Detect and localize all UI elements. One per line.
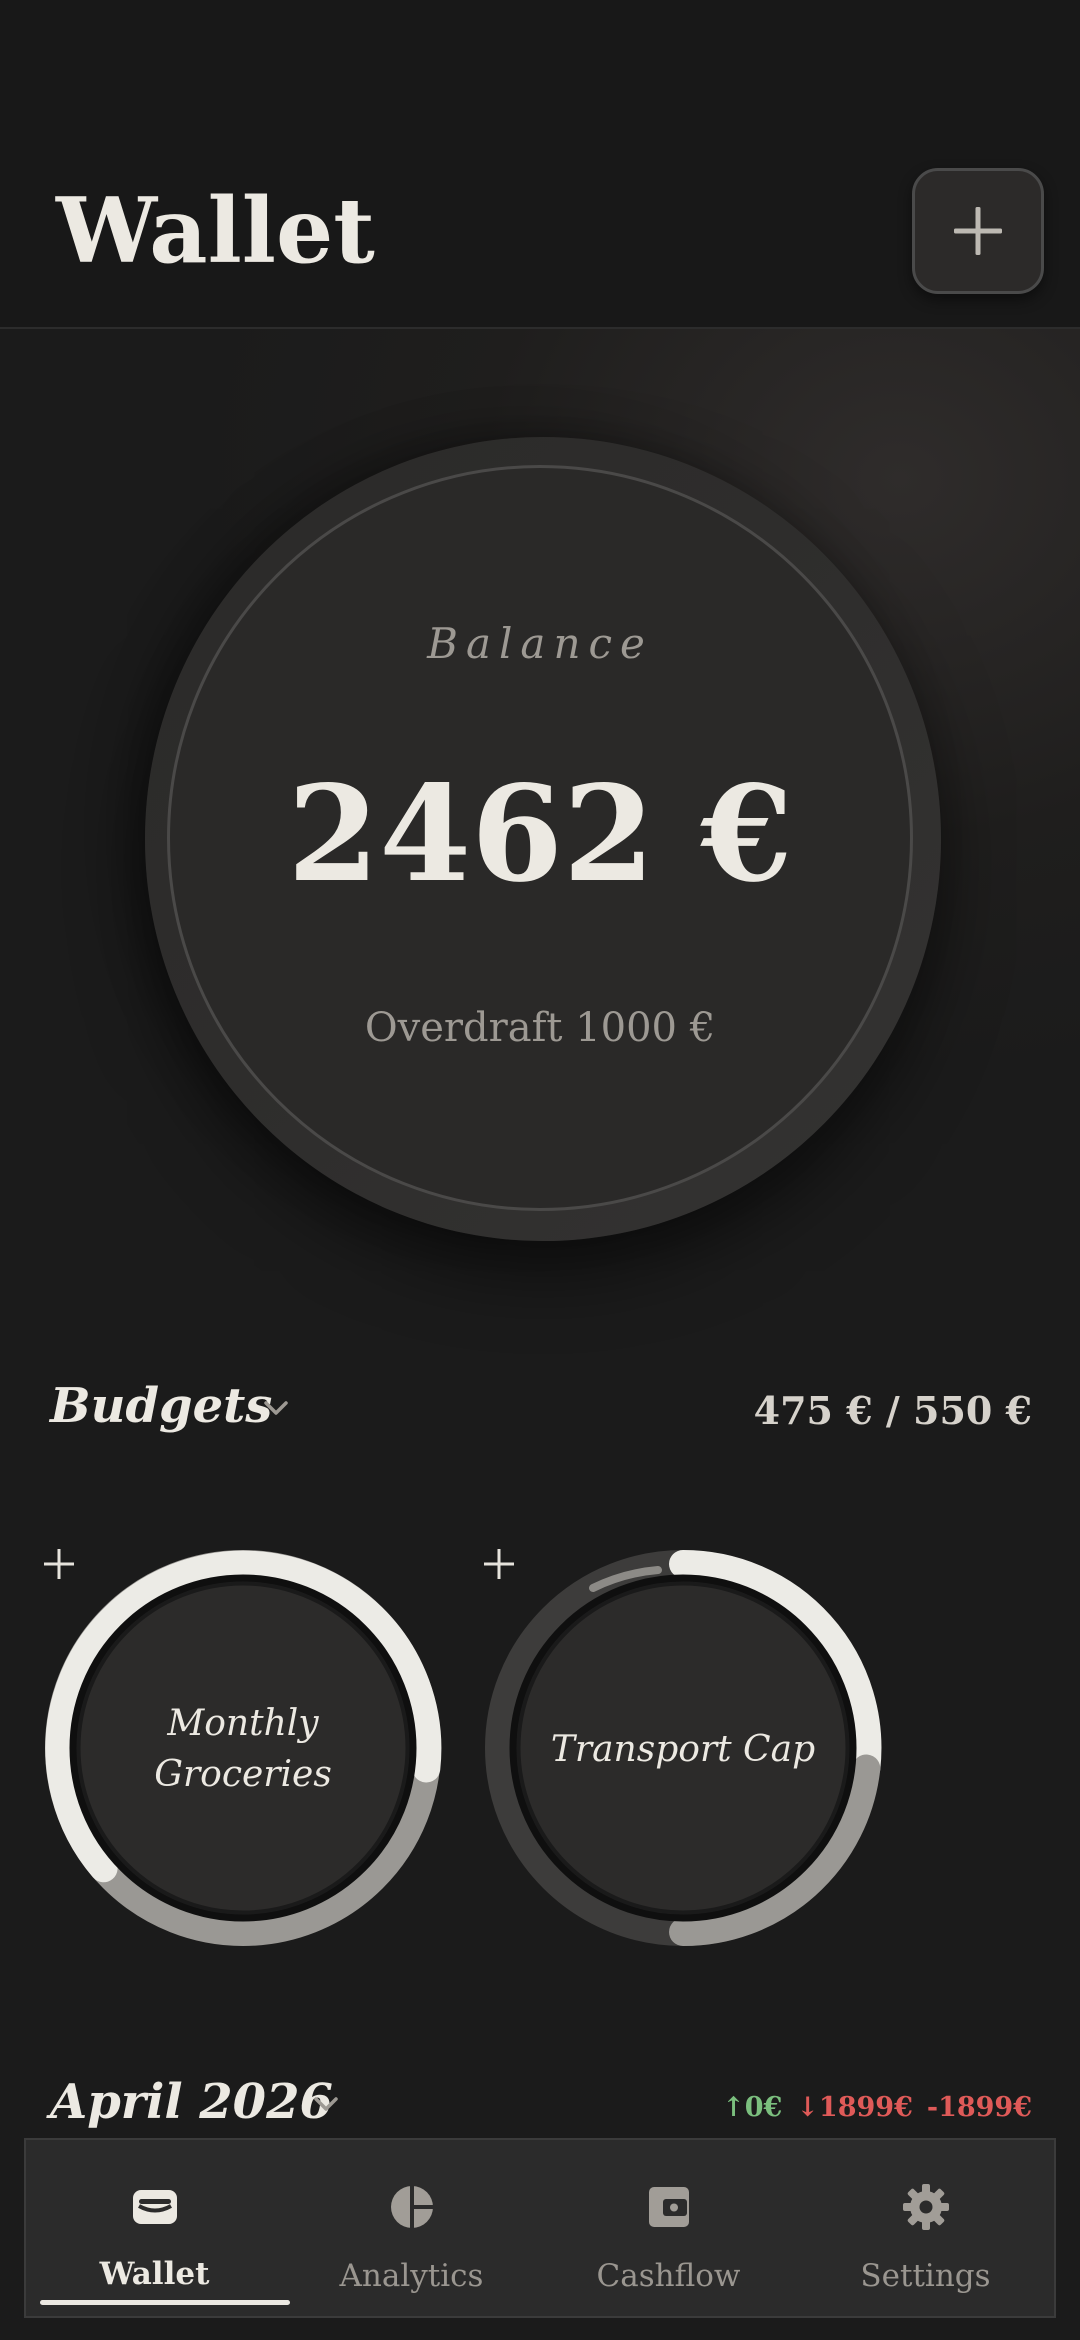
- wallet-icon: [132, 2190, 177, 2224]
- budget-name-line1: Monthly: [167, 1703, 319, 1744]
- overdraft-label: Overdraft 1000 €: [364, 1005, 716, 1051]
- budget-name-line2: Groceries: [154, 1754, 332, 1795]
- balance-amount: 2462 €: [287, 757, 793, 912]
- chevron-down-icon[interactable]: [262, 1398, 290, 1418]
- budgets-total: 475 € / 550 €: [753, 1388, 1032, 1433]
- balance-hero: Balance 2462 € Overdraft 1000 €: [0, 329, 1080, 1329]
- nav-label: Analytics: [339, 2258, 484, 2294]
- gear-icon: [902, 2184, 949, 2230]
- add-transaction-button[interactable]: [912, 168, 1044, 294]
- app-header: Wallet: [0, 0, 1080, 329]
- month-title[interactable]: April 2026: [50, 2078, 333, 2126]
- net-stat: -1899€: [926, 2092, 1032, 2123]
- nav-item-settings[interactable]: Settings: [797, 2140, 1054, 2316]
- month-stats: ↑0€ ↓1899€ -1899€: [722, 2092, 1032, 2123]
- active-tab-indicator: [40, 2300, 290, 2305]
- nav-item-analytics[interactable]: Analytics: [283, 2140, 540, 2316]
- nav-label: Wallet: [99, 2256, 210, 2292]
- plus-icon[interactable]: [483, 1548, 515, 1580]
- cashflow-icon: [648, 2187, 689, 2227]
- plus-icon: [954, 207, 1002, 255]
- chevron-down-icon[interactable]: [312, 2094, 340, 2114]
- income-stat: ↑0€: [722, 2092, 783, 2123]
- nav-label: Cashflow: [596, 2258, 741, 2294]
- wallet-screen: Wallet Balance 2462 € Overdraft 1000 € B…: [0, 0, 1080, 2340]
- bottom-nav: Wallet Analytics Cashflow Settings: [24, 2138, 1056, 2318]
- budget-monthly-groceries[interactable]: Monthly Groceries: [43, 1548, 443, 1948]
- nav-item-cashflow[interactable]: Cashflow: [540, 2140, 797, 2316]
- balance-label: Balance: [427, 619, 653, 668]
- nav-label: Settings: [860, 2258, 991, 2294]
- pie-chart-icon: [390, 2185, 434, 2229]
- budget-transport-cap[interactable]: Transport Cap: [483, 1548, 883, 1948]
- page-title: Wallet: [56, 178, 375, 284]
- nav-item-wallet[interactable]: Wallet: [26, 2140, 290, 2316]
- budget-name: Transport Cap: [550, 1729, 816, 1770]
- expense-stat: ↓1899€: [796, 2092, 913, 2123]
- budgets-title[interactable]: Budgets: [50, 1382, 272, 1430]
- plus-icon[interactable]: [43, 1548, 75, 1580]
